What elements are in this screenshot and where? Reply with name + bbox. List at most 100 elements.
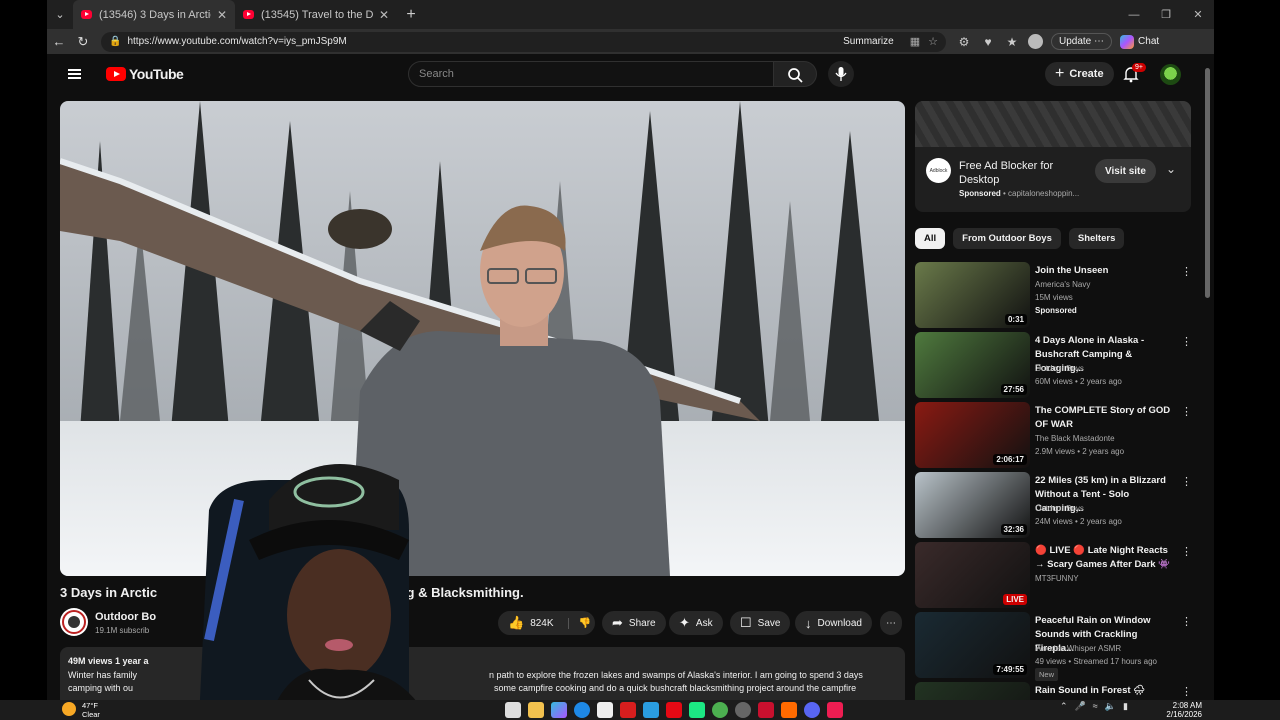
copilot-chat-button[interactable]: Chat — [1120, 34, 1159, 49]
ask-button[interactable]: ✦ Ask — [669, 611, 723, 635]
recommended-video[interactable]: 7:49:55 Peaceful Rain on Window Sounds wi… — [915, 612, 1195, 681]
youtube-logo[interactable]: YouTube — [106, 66, 184, 82]
user-avatar[interactable] — [1160, 64, 1181, 85]
video-meta: 24M views • 2 years ago — [1035, 515, 1122, 528]
recommended-video[interactable]: 2:06:17 The COMPLETE Story of GOD OF WAR T… — [915, 402, 1195, 468]
channel-name[interactable]: Outdoor Bo — [95, 611, 156, 623]
chrome-icon[interactable] — [712, 702, 728, 718]
more-options-icon[interactable]: ⋮ — [1181, 405, 1192, 418]
recommended-video[interactable]: 32:36 22 Miles (35 km) in a Blizzard With… — [915, 472, 1195, 538]
video-extra-text: New — [1035, 668, 1059, 681]
restore-icon[interactable]: ❐ — [1150, 8, 1182, 21]
mcafee-icon[interactable] — [758, 702, 774, 718]
recommended-video-title[interactable]: 🔴 LIVE 🔴 Late Night Reacts → Scary Games… — [1035, 544, 1175, 572]
split-screen-icon[interactable]: ▦ — [910, 35, 920, 48]
letter-l-app-icon[interactable] — [620, 702, 636, 718]
recommended-video-title[interactable]: The COMPLETE Story of GOD OF WAR — [1035, 404, 1175, 432]
edge-icon[interactable] — [574, 702, 590, 718]
more-options-icon[interactable]: ⋮ — [1181, 335, 1192, 348]
chip-from-outdoor-boys[interactable]: From Outdoor Boys — [953, 228, 1061, 249]
more-options-icon[interactable]: ⋮ — [1181, 685, 1192, 698]
search-input[interactable]: Search — [408, 61, 774, 87]
recommended-video-title[interactable]: Join the Unseen — [1035, 264, 1175, 278]
obs-icon[interactable] — [735, 702, 751, 718]
update-button[interactable]: Update ⋯ — [1051, 33, 1113, 50]
sidebar-ad[interactable]: Adblock Free Ad Blocker for Desktop Spon… — [915, 101, 1191, 212]
recommended-video[interactable]: 0:31 Join the Unseen America's Navy 15M vie… — [915, 262, 1195, 328]
video-thumbnail[interactable]: LIVE — [915, 542, 1030, 608]
url-field[interactable]: 🔒 https://www.youtube.com/watch?v=iys_pm… — [101, 31, 946, 52]
video-thumbnail[interactable]: 0:31 — [915, 262, 1030, 328]
copilot-app-icon[interactable] — [551, 702, 567, 718]
sparkle-icon: ✦ — [679, 615, 690, 630]
thumbs-down-icon[interactable]: 👎 — [567, 617, 591, 629]
voice-search-button[interactable] — [828, 61, 854, 87]
more-options-icon[interactable]: ⋮ — [1181, 615, 1192, 628]
browser-tab-arctic[interactable]: (13546) 3 Days in Arctic Survival Sh ✕ — [73, 0, 235, 29]
recommended-video[interactable]: 27:56 4 Days Alone in Alaska - Bushcraft … — [915, 332, 1195, 398]
netflix-icon[interactable] — [666, 702, 682, 718]
video-thumbnail[interactable]: 27:56 — [915, 332, 1030, 398]
recommended-video[interactable]: LIVE 🔴 LIVE 🔴 Late Night Reacts → Scary G… — [915, 542, 1195, 608]
more-options-icon[interactable]: ⋮ — [1181, 265, 1192, 278]
video-thumbnail[interactable]: 2:06:17 — [915, 402, 1030, 468]
bookmark-icon: ☐ — [740, 615, 752, 630]
browser-tab-ocean[interactable]: (13545) Travel to the Depths of Oc ✕ — [235, 0, 397, 29]
store-icon[interactable] — [597, 702, 613, 718]
download-button[interactable]: ↓ Download — [795, 611, 872, 635]
chip-all[interactable]: All — [915, 228, 946, 249]
close-tab-icon[interactable]: ✕ — [379, 8, 389, 22]
video-thumbnail[interactable]: 32:36 — [915, 472, 1030, 538]
video-title: 3 Days in Arctic ing & Blacksmithing. — [60, 585, 524, 600]
share-button[interactable]: ➦ Share — [602, 611, 666, 635]
channel-name-text: Outdoor Boys — [1035, 504, 1084, 513]
discord-icon[interactable] — [804, 702, 820, 718]
system-tray: ⌃ 🎤 ≈ 🔈 ▮ — [1060, 701, 1135, 712]
minimize-icon[interactable]: — — [1118, 9, 1150, 21]
brave-icon[interactable] — [781, 702, 797, 718]
create-button[interactable]: + Create — [1045, 62, 1114, 86]
more-options-icon[interactable]: ⋮ — [1181, 545, 1192, 558]
task-view-icon[interactable] — [505, 702, 521, 718]
filter-chips: All From Outdoor Boys Shelters — [915, 228, 1132, 249]
chevron-down-icon[interactable]: ⌄ — [1166, 162, 1176, 176]
taskbar-clock[interactable]: 2:08 AM 2/16/2026 — [1166, 701, 1202, 719]
summarize-button[interactable]: Summarize — [843, 36, 894, 47]
close-tab-icon[interactable]: ✕ — [217, 8, 227, 22]
more-options-icon[interactable]: ⋮ — [1181, 475, 1192, 488]
browser-essentials-icon[interactable]: ♥ — [976, 35, 1000, 49]
weather-widget[interactable]: 47°F Clear — [60, 700, 104, 720]
download-icon: ↓ — [805, 615, 812, 631]
battery-icon[interactable]: ▮ — [1123, 701, 1128, 712]
channel-avatar[interactable] — [60, 608, 88, 636]
tray-chevron-icon[interactable]: ⌃ — [1060, 701, 1068, 712]
more-actions-button[interactable]: ⋯ — [880, 611, 902, 635]
menu-hamburger-icon[interactable] — [68, 69, 81, 79]
tiktok-icon[interactable] — [827, 702, 843, 718]
tab-list-chevron-icon[interactable]: ⌄ — [47, 0, 73, 29]
mic-tray-icon[interactable]: 🎤 — [1075, 701, 1086, 712]
chip-shelters[interactable]: Shelters — [1068, 228, 1125, 249]
volume-icon[interactable]: 🔈 — [1105, 701, 1116, 712]
extensions-icon[interactable]: ⚙ — [952, 35, 976, 49]
file-explorer-icon[interactable] — [528, 702, 544, 718]
copilot-icon — [1120, 34, 1135, 49]
video-meta-text: 49 views • Streamed 17 hours ago — [1035, 657, 1157, 666]
wifi-icon[interactable]: ≈ — [1093, 701, 1098, 712]
hulu-icon[interactable] — [689, 702, 705, 718]
save-button[interactable]: ☐ Save — [730, 611, 791, 635]
close-window-icon[interactable]: ✕ — [1182, 8, 1214, 21]
new-tab-plus-icon[interactable]: + — [397, 6, 425, 24]
search-button[interactable] — [774, 61, 817, 87]
profile-avatar[interactable] — [1028, 34, 1043, 49]
favorites-icon[interactable]: ★ — [1000, 35, 1024, 49]
refresh-icon[interactable]: ↻ — [71, 34, 95, 50]
page-scrollbar[interactable] — [1204, 58, 1211, 694]
favorite-star-icon[interactable]: ☆ — [928, 35, 938, 48]
duration-badge: 2:06:17 — [993, 454, 1027, 465]
visit-site-button[interactable]: Visit site — [1095, 159, 1156, 183]
mail-icon[interactable] — [643, 702, 659, 718]
back-arrow-icon[interactable]: ← — [47, 34, 71, 49]
video-thumbnail[interactable]: 7:49:55 — [915, 612, 1030, 678]
scrollbar-thumb[interactable] — [1205, 68, 1210, 298]
